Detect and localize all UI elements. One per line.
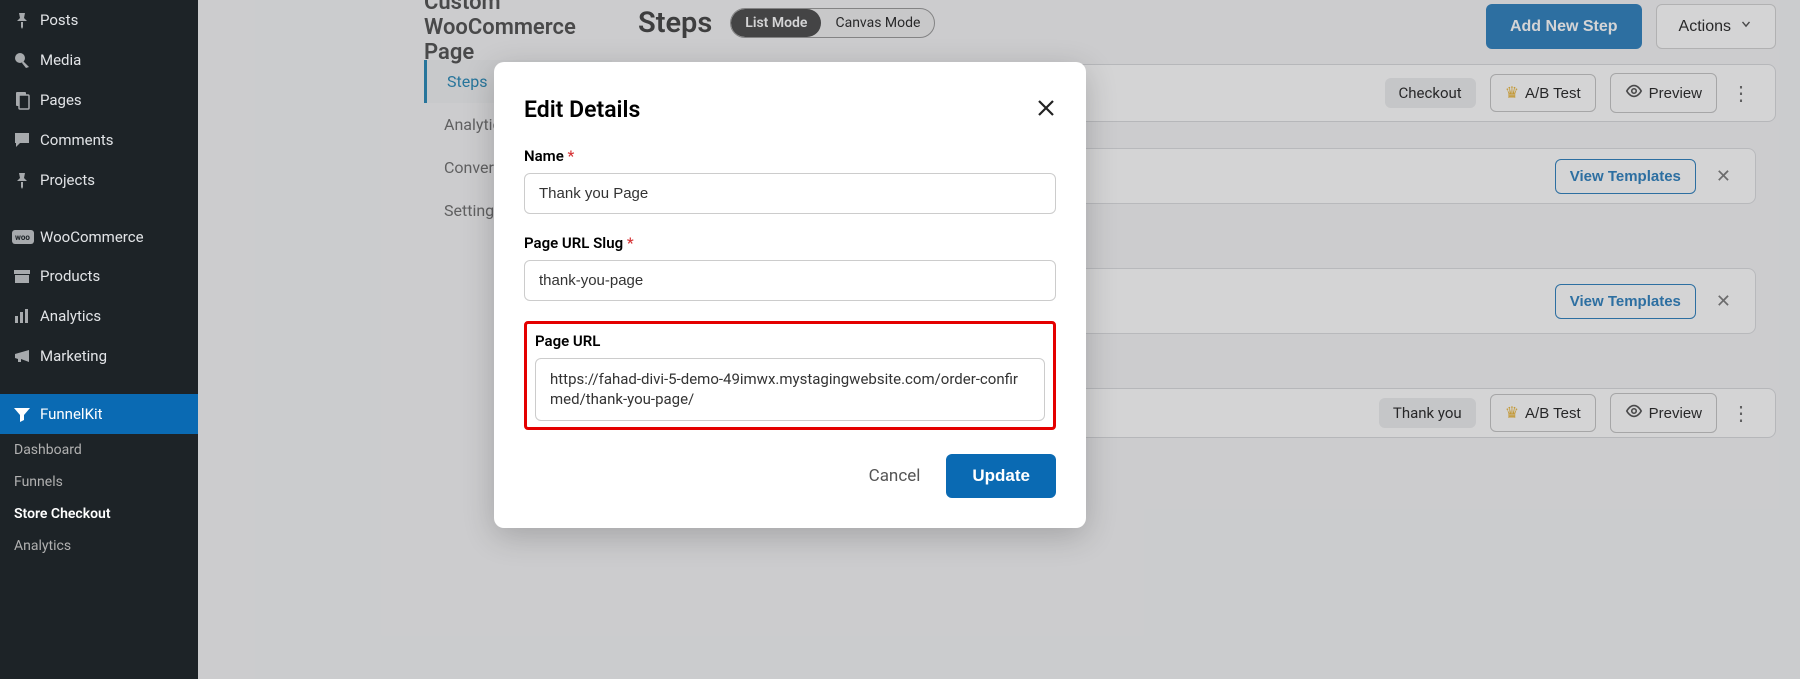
sidebar-item-media[interactable]: Media: [0, 40, 198, 80]
sidebar-item-comments[interactable]: Comments: [0, 120, 198, 160]
submenu-dashboard[interactable]: Dashboard: [0, 434, 198, 466]
submenu-analytics[interactable]: Analytics: [0, 530, 198, 562]
sidebar-label: Marketing: [40, 347, 107, 365]
woo-icon: woo: [12, 230, 40, 244]
chart-bar-icon: [12, 306, 40, 326]
cancel-button[interactable]: Cancel: [869, 466, 921, 486]
edit-details-modal: Edit Details Name * Page URL Slug * Page…: [494, 62, 1086, 528]
slug-label-text: Page URL Slug: [524, 234, 623, 252]
url-label: Page URL: [535, 332, 1045, 350]
sidebar-item-projects[interactable]: Projects: [0, 160, 198, 200]
sidebar-item-pages[interactable]: Pages: [0, 80, 198, 120]
comment-icon: [12, 130, 40, 150]
sidebar-label: Projects: [40, 171, 95, 189]
pages-icon: [12, 90, 40, 110]
megaphone-icon: [12, 346, 40, 366]
sidebar-item-posts[interactable]: Posts: [0, 0, 198, 40]
name-input[interactable]: [524, 173, 1056, 214]
url-readonly-box: https://fahad-divi-5-demo-49imwx.mystagi…: [535, 358, 1045, 421]
svg-text:woo: woo: [15, 233, 30, 242]
sidebar-item-products[interactable]: Products: [0, 256, 198, 296]
name-label-text: Name: [524, 147, 564, 165]
pin-icon: [12, 170, 40, 190]
modal-title: Edit Details: [524, 96, 1056, 123]
sidebar-label: Media: [40, 51, 81, 69]
archive-icon: [12, 266, 40, 286]
slug-input[interactable]: [524, 260, 1056, 301]
sidebar-label: Analytics: [40, 307, 101, 325]
sidebar-item-funnelkit[interactable]: FunnelKit: [0, 394, 198, 434]
pin-icon: [12, 10, 40, 30]
sidebar-label: Pages: [40, 91, 82, 109]
sidebar-label: Comments: [40, 131, 114, 149]
sidebar-label: Posts: [40, 11, 78, 29]
slug-label: Page URL Slug *: [524, 234, 1056, 252]
sidebar-label: Products: [40, 267, 100, 285]
sidebar-label: FunnelKit: [40, 405, 103, 423]
modal-footer: Cancel Update: [524, 454, 1056, 498]
close-icon[interactable]: [1034, 96, 1058, 126]
update-button[interactable]: Update: [946, 454, 1056, 498]
page-url-highlight: Page URL https://fahad-divi-5-demo-49imw…: [524, 321, 1056, 430]
sidebar-item-woocommerce[interactable]: woo WooCommerce: [0, 218, 198, 256]
sidebar-item-marketing[interactable]: Marketing: [0, 336, 198, 376]
submenu-store-checkout[interactable]: Store Checkout: [0, 498, 198, 530]
name-label: Name *: [524, 147, 1056, 165]
wp-admin-sidebar: Posts Media Pages Comments Projects woo …: [0, 0, 198, 679]
sidebar-label: WooCommerce: [40, 228, 144, 246]
media-icon: [12, 50, 40, 70]
funnelkit-icon: [12, 404, 40, 424]
submenu-funnels[interactable]: Funnels: [0, 466, 198, 498]
sidebar-item-analytics[interactable]: Analytics: [0, 296, 198, 336]
